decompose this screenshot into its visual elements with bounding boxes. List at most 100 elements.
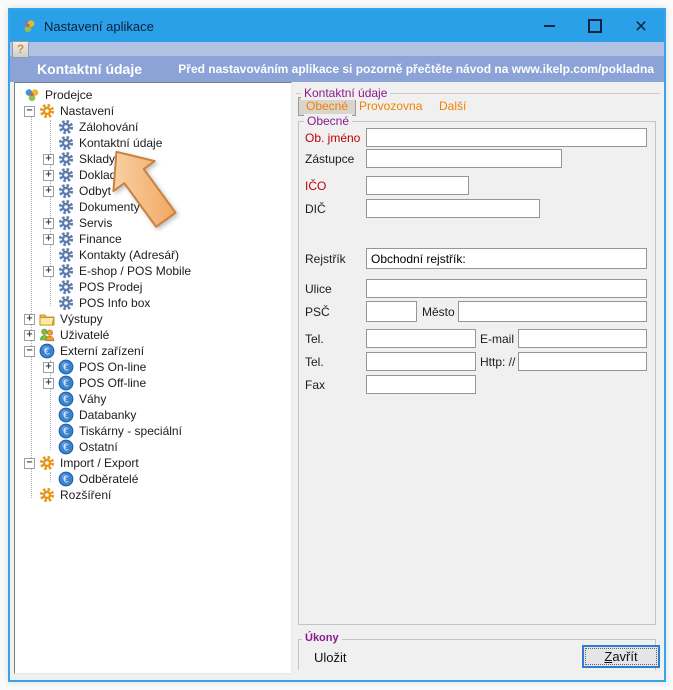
expander-spacer bbox=[43, 122, 54, 133]
tree-item-nastaveni[interactable]: Nastavení bbox=[15, 103, 291, 119]
tree-item-import-export[interactable]: Import / Export bbox=[15, 455, 291, 471]
save-button[interactable]: Uložit bbox=[314, 650, 347, 665]
tree-item-databanky[interactable]: Databanky bbox=[15, 407, 291, 423]
tree-item-tiskarny-specialni[interactable]: Tiskárny - speciální bbox=[15, 423, 291, 439]
tel2-input[interactable] bbox=[366, 352, 476, 371]
tree-item-vystupy[interactable]: Výstupy bbox=[15, 311, 291, 327]
expand-icon[interactable] bbox=[43, 170, 54, 181]
expand-icon[interactable] bbox=[43, 154, 54, 165]
panel-legend: Kontaktní údaje bbox=[301, 86, 390, 100]
gear-icon bbox=[58, 151, 74, 167]
pointer-arrow bbox=[112, 142, 172, 232]
close-icon bbox=[635, 16, 647, 37]
http-input[interactable] bbox=[518, 352, 647, 371]
ob-jmeno-input[interactable] bbox=[366, 128, 647, 147]
psc-input[interactable] bbox=[366, 301, 417, 322]
collapse-icon[interactable] bbox=[24, 346, 35, 357]
expand-icon[interactable] bbox=[43, 362, 54, 373]
fax-input[interactable] bbox=[366, 375, 476, 394]
tab-dalsi[interactable]: Další bbox=[439, 97, 466, 116]
tree-item-pos-online[interactable]: POS On-line bbox=[15, 359, 291, 375]
field-label-ob-jmeno: Ob. jméno bbox=[305, 131, 360, 145]
field-label-tel2: Tel. bbox=[305, 355, 324, 369]
tree-item-zalohovani[interactable]: Zálohování bbox=[15, 119, 291, 135]
zastupce-input[interactable] bbox=[366, 149, 562, 168]
gear-icon bbox=[58, 167, 74, 183]
tree-item-pos-info-box[interactable]: POS Info box bbox=[15, 295, 291, 311]
expand-icon[interactable] bbox=[43, 266, 54, 277]
tel1-input[interactable] bbox=[366, 329, 476, 348]
gear-icon bbox=[58, 295, 74, 311]
tree-item-kontakty-adresar[interactable]: Kontakty (Adresář) bbox=[15, 247, 291, 263]
app-logo-icon bbox=[24, 87, 40, 103]
mesto-input[interactable] bbox=[458, 301, 647, 322]
euro-device-icon bbox=[58, 423, 74, 439]
tree-item-finance[interactable]: Finance bbox=[15, 231, 291, 247]
email-input[interactable] bbox=[518, 329, 647, 348]
expander-spacer bbox=[43, 250, 54, 261]
ico-input[interactable] bbox=[366, 176, 469, 195]
euro-device-icon bbox=[58, 359, 74, 375]
gear-icon bbox=[58, 231, 74, 247]
expander-spacer bbox=[43, 138, 54, 149]
gear-icon bbox=[58, 135, 74, 151]
tree-item-eshop-pos-mobile[interactable]: E-shop / POS Mobile bbox=[15, 263, 291, 279]
field-label-zastupce: Zástupce bbox=[305, 152, 354, 166]
gear-icon bbox=[58, 183, 74, 199]
field-label-ico: IČO bbox=[305, 179, 326, 193]
window-title: Nastavení aplikace bbox=[44, 19, 154, 34]
section-title: Kontaktní údaje bbox=[37, 61, 142, 77]
collapse-icon[interactable] bbox=[24, 106, 35, 117]
field-label-fax: Fax bbox=[305, 378, 325, 392]
gear-icon bbox=[39, 455, 55, 471]
section-header: Kontaktní údaje Před nastavováním aplika… bbox=[10, 56, 664, 82]
tree-item-uzivatele[interactable]: Uživatelé bbox=[15, 327, 291, 343]
tree-item-pos-prodej[interactable]: POS Prodej bbox=[15, 279, 291, 295]
maximize-button[interactable] bbox=[572, 10, 618, 42]
euro-device-icon bbox=[58, 439, 74, 455]
expander-spacer bbox=[43, 442, 54, 453]
field-label-tel1: Tel. bbox=[305, 332, 324, 346]
rejstrik-input[interactable] bbox=[366, 248, 647, 269]
gear-icon bbox=[39, 103, 55, 119]
window-controls bbox=[526, 10, 664, 42]
general-group-legend: Obecné bbox=[304, 114, 352, 128]
help-button[interactable]: ? bbox=[12, 41, 29, 58]
field-label-email: E-mail bbox=[480, 332, 514, 346]
header-strip bbox=[10, 42, 664, 56]
tree-item-rozsireni[interactable]: Rozšíření bbox=[15, 487, 291, 503]
general-groupbox bbox=[298, 121, 656, 625]
collapse-icon[interactable] bbox=[24, 458, 35, 469]
tree-item-prodejce[interactable]: Prodejce bbox=[15, 87, 291, 103]
close-dialog-button[interactable]: Zavřít bbox=[582, 645, 660, 668]
minimize-icon bbox=[544, 25, 555, 27]
tree-item-ostatni[interactable]: Ostatní bbox=[15, 439, 291, 455]
expand-icon[interactable] bbox=[43, 218, 54, 229]
minimize-button[interactable] bbox=[526, 10, 572, 42]
tree-item-vahy[interactable]: Váhy bbox=[15, 391, 291, 407]
users-icon bbox=[39, 327, 55, 343]
field-label-dic: DIČ bbox=[305, 202, 326, 216]
euro-device-icon bbox=[58, 471, 74, 487]
ulice-input[interactable] bbox=[366, 279, 647, 298]
folder-icon bbox=[39, 311, 55, 327]
expand-icon[interactable] bbox=[24, 314, 35, 325]
header-notice: Před nastavováním aplikace si pozorně př… bbox=[178, 62, 654, 76]
expand-icon[interactable] bbox=[43, 378, 54, 389]
expand-icon[interactable] bbox=[43, 234, 54, 245]
tree-item-externi-zarizeni[interactable]: Externí zařízení bbox=[15, 343, 291, 359]
dic-input[interactable] bbox=[366, 199, 540, 218]
close-button[interactable] bbox=[618, 10, 664, 42]
expand-icon[interactable] bbox=[24, 330, 35, 341]
title-bar[interactable]: Nastavení aplikace bbox=[10, 10, 664, 42]
euro-device-icon bbox=[39, 343, 55, 359]
gear-icon bbox=[39, 487, 55, 503]
tree-item-pos-offline[interactable]: POS Off-line bbox=[15, 375, 291, 391]
field-label-ulice: Ulice bbox=[305, 282, 332, 296]
tree-item-odberatele[interactable]: Odběratelé bbox=[15, 471, 291, 487]
app-logo-icon bbox=[20, 18, 36, 34]
expand-icon[interactable] bbox=[43, 186, 54, 197]
gear-icon bbox=[58, 247, 74, 263]
expander-spacer bbox=[43, 394, 54, 405]
euro-device-icon bbox=[58, 391, 74, 407]
